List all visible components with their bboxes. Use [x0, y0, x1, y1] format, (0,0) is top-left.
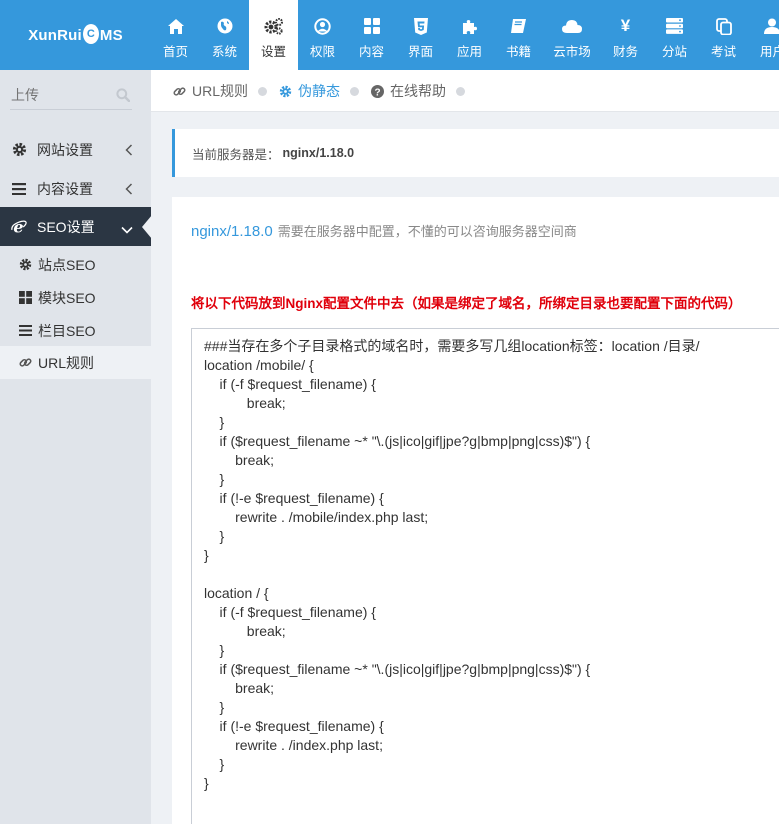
link-icon	[18, 356, 32, 369]
nav-label: 界面	[407, 45, 433, 59]
chevron-left-icon	[125, 143, 133, 159]
sidebar-subitem-column-seo[interactable]: 栏目SEO	[0, 314, 151, 347]
nav-item-system[interactable]: 系统	[200, 0, 249, 70]
nav-label: 应用	[456, 45, 482, 59]
puzzle-icon	[460, 16, 480, 36]
tab-pseudo-static[interactable]: 伪静态	[279, 70, 359, 112]
tab-label: 在线帮助	[390, 83, 446, 99]
logo[interactable]: XunRui C MS	[0, 0, 151, 70]
main-nav: 首页 系统 设置 权限 内容 界面 应用 书籍 云市场 ¥ 财务 分站 考试 用…	[151, 0, 779, 70]
sidebar-item-label: 内容设置	[37, 180, 93, 197]
tab-separator-dot	[456, 86, 465, 96]
nav-item-books[interactable]: 书籍	[494, 0, 543, 70]
nav-item-home[interactable]: 首页	[151, 0, 200, 70]
page-tabs: URL规则 伪静态 ? 在线帮助	[151, 70, 779, 112]
config-code-box[interactable]: ###当存在多个子目录格式的域名时，需要多写几组location标签：locat…	[191, 328, 779, 824]
nav-label: 用户	[760, 45, 779, 59]
server-info-note: 当前服务器是： nginx/1.18.0	[172, 129, 779, 177]
search-icon[interactable]	[116, 88, 131, 105]
tab-label: URL规则	[192, 83, 249, 99]
th-large-icon	[18, 291, 32, 304]
nav-label: 财务	[612, 45, 638, 59]
user-icon	[762, 16, 779, 36]
nav-label: 分站	[661, 45, 687, 59]
sidebar-search	[10, 82, 132, 110]
book-icon	[509, 16, 529, 36]
nav-item-interface[interactable]: 界面	[396, 0, 445, 70]
server-info-value: nginx/1.18.0	[282, 146, 355, 160]
nav-item-substation[interactable]: 分站	[650, 0, 699, 70]
sidebar-item-site-settings[interactable]: 网站设置	[0, 130, 151, 169]
sidebar-subitem-site-seo[interactable]: 站点SEO	[0, 248, 151, 281]
nav-label: 云市场	[553, 45, 591, 59]
nav-item-settings[interactable]: 设置	[249, 0, 298, 70]
logo-drop-icon: C	[82, 24, 99, 44]
sidebar: 网站设置 内容设置 e SEO设置 站点SEO 模块SEO 栏目SEO URL规…	[0, 70, 152, 824]
nav-item-finance[interactable]: ¥ 财务	[601, 0, 650, 70]
cog-icon	[18, 258, 32, 271]
cog-icon	[11, 142, 27, 157]
yen-icon: ¥	[620, 16, 631, 35]
sidebar-item-label: SEO设置	[37, 218, 95, 235]
copy-icon	[714, 16, 734, 36]
nav-label: 首页	[162, 45, 188, 59]
cog-icon	[279, 85, 292, 98]
svg-text:?: ?	[374, 87, 380, 98]
tab-separator-dot	[258, 86, 268, 96]
sidebar-subitem-label: 站点SEO	[38, 256, 96, 273]
sidebar-subitem-label: 模块SEO	[38, 289, 96, 306]
sidebar-subitem-module-seo[interactable]: 模块SEO	[0, 281, 151, 314]
chevron-left-icon	[125, 182, 133, 198]
list-icon	[18, 325, 32, 336]
sidebar-item-label: 网站设置	[37, 141, 93, 158]
nav-item-permissions[interactable]: 权限	[298, 0, 347, 70]
sidebar-subitem-label: URL规则	[38, 354, 95, 371]
logo-text-part2: MS	[99, 26, 123, 44]
grid-icon	[362, 16, 382, 36]
html5-icon	[411, 16, 431, 36]
panel-description: 需要在服务器中配置，不懂的可以咨询服务器空间商	[277, 224, 577, 239]
sidebar-item-seo-settings[interactable]: e SEO设置	[0, 207, 152, 246]
tab-url-rules[interactable]: URL规则	[173, 70, 268, 112]
nav-item-apps[interactable]: 应用	[445, 0, 494, 70]
user-circle-icon	[313, 16, 333, 36]
link-icon	[173, 85, 186, 98]
nav-label: 书籍	[505, 45, 531, 59]
config-panel: nginx/1.18.0 需要在服务器中配置，不懂的可以咨询服务器空间商 将以下…	[172, 197, 779, 824]
nav-item-exam[interactable]: 考试	[699, 0, 748, 70]
nav-item-content[interactable]: 内容	[347, 0, 396, 70]
nav-item-cloud-market[interactable]: 云市场	[543, 0, 601, 70]
sidebar-subitem-url-rules[interactable]: URL规则	[0, 346, 151, 379]
tab-label: 伪静态	[298, 83, 340, 99]
nav-item-users[interactable]: 用户	[748, 0, 779, 70]
nav-label: 考试	[710, 45, 736, 59]
cloud-icon	[562, 16, 582, 36]
chevron-down-icon	[121, 221, 133, 237]
logo-text-part1: XunRui	[28, 26, 82, 44]
server-icon	[665, 16, 685, 36]
server-version: nginx/1.18.0	[191, 223, 273, 240]
top-header: XunRui C MS 首页 系统 设置 权限 内容 界面 应用 书籍 云市场 …	[0, 0, 779, 70]
sidebar-subitem-label: 栏目SEO	[38, 322, 96, 339]
nav-label: 内容	[358, 45, 384, 59]
config-warning: 将以下代码放到Nginx配置文件中去（如果是绑定了域名，所绑定目录也要配置下面的…	[191, 296, 742, 311]
home-icon	[166, 16, 186, 36]
config-code: ###当存在多个子目录格式的域名时，需要多写几组location标签：locat…	[204, 338, 700, 791]
globe-icon	[215, 16, 235, 36]
ie-icon: e	[11, 219, 27, 235]
search-input[interactable]	[10, 82, 110, 108]
sidebar-item-content-settings[interactable]: 内容设置	[0, 169, 151, 208]
nav-label: 设置	[260, 45, 286, 59]
bars-icon	[11, 182, 27, 195]
tab-online-help[interactable]: ? 在线帮助	[371, 70, 465, 112]
question-circle-icon: ?	[371, 84, 384, 98]
server-info-prefix: 当前服务器是：	[192, 147, 280, 162]
tab-separator-dot	[350, 86, 359, 96]
nav-label: 权限	[309, 45, 335, 59]
nav-label: 系统	[211, 45, 237, 59]
cogs-icon	[264, 16, 284, 36]
panel-header: nginx/1.18.0 需要在服务器中配置，不懂的可以咨询服务器空间商	[191, 221, 577, 240]
